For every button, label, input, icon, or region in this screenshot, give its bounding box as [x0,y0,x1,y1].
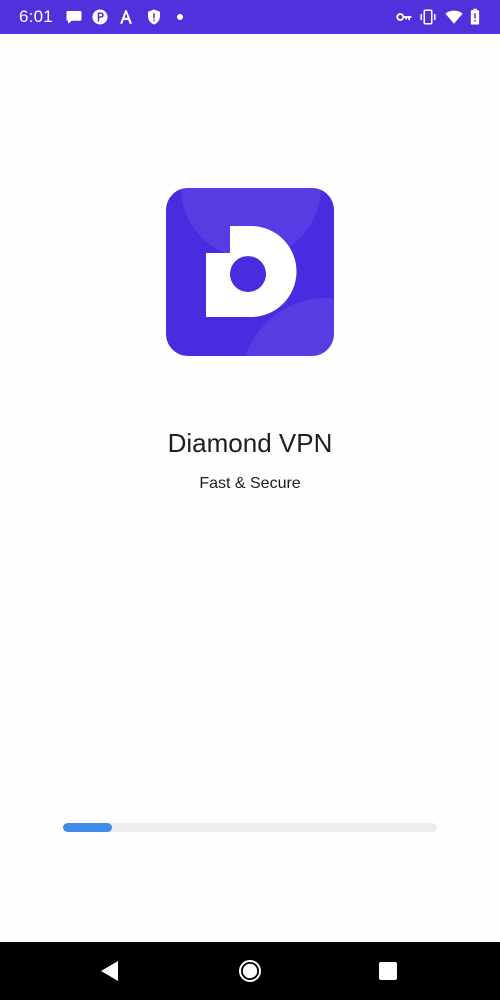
app-title: Diamond VPN [167,428,333,458]
home-icon[interactable] [238,959,262,983]
recents-icon[interactable] [376,959,400,983]
app-logo [166,188,334,356]
battery-icon [470,8,480,25]
p-app-icon [92,9,108,25]
status-time: 6:01 [19,7,53,26]
loading-progress-bar [63,823,437,832]
vpn-key-icon [396,13,412,21]
progress-fill [63,823,112,832]
dot-icon [177,14,183,20]
a-app-icon [120,10,132,24]
wifi-icon [445,10,463,24]
navigation-bar [0,942,500,1000]
vibrate-icon [420,9,436,25]
shield-alert-icon [148,9,160,25]
chat-bubble-icon [66,11,82,24]
status-bar: 6:01 [0,0,500,34]
app-subtitle: Fast & Secure [199,475,301,492]
back-icon[interactable] [98,959,122,983]
